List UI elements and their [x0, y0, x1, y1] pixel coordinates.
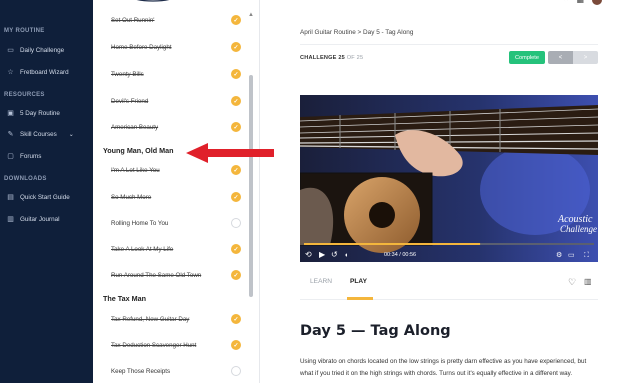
lesson-item[interactable]: American Beauty ✓: [111, 120, 241, 134]
lesson-item[interactable]: Twenty Bills ✓: [111, 67, 241, 81]
lesson-item[interactable]: So Much More ✓: [111, 190, 241, 204]
check-icon: ✓: [231, 244, 241, 254]
avatar[interactable]: [592, 0, 602, 5]
nav-section-downloads: DOWNLOADS: [4, 176, 47, 182]
video-player[interactable]: Acoustic Challenge ⟲ ▶ ↺ ◖ 00:34 / 00:56…: [300, 95, 598, 262]
video-progress-fill: [304, 243, 481, 245]
nav-item-skill-courses[interactable]: ✎ Skill Courses ⌄: [6, 128, 74, 140]
nav-item-forums[interactable]: ▢ Forums: [6, 150, 41, 162]
logo: [111, 0, 181, 6]
tab-play[interactable]: PLAY: [350, 278, 367, 285]
challenge-counter: CHALLENGE 25 OF 25: [300, 55, 364, 61]
nav-item-5-day-routine[interactable]: ▣ 5 Day Routine: [6, 107, 60, 119]
volume-icon[interactable]: ◖: [344, 252, 348, 259]
lesson-description: Using vibrato on chords located on the l…: [300, 358, 587, 377]
empty-circle-icon: [231, 366, 241, 376]
play-icon[interactable]: ▶: [319, 250, 326, 259]
main-content: ◔ ▦ April Guitar Routine > Day 5 - Tag A…: [260, 0, 640, 383]
topbar-icons: ◔ ▦: [564, 0, 602, 5]
page-title: Day 5 — Tag Along: [300, 323, 451, 339]
check-icon: ✓: [231, 69, 241, 79]
check-icon: ✓: [231, 122, 241, 132]
rewind-icon[interactable]: ↺: [331, 250, 338, 259]
check-icon: ✓: [231, 340, 241, 350]
lesson-item[interactable]: Keep Those Receipts: [111, 364, 241, 378]
check-icon: ✓: [231, 42, 241, 52]
lesson-item[interactable]: Set Out Runnin' ✓: [111, 13, 241, 27]
complete-button[interactable]: Complete: [509, 51, 545, 64]
nav-section-my-routine: MY ROUTINE: [4, 28, 45, 34]
book-icon: ▤: [7, 194, 14, 201]
nav-item-daily-challenge[interactable]: ▭ Daily Challenge: [6, 44, 64, 56]
lesson-group-title: Young Man, Old Man: [103, 146, 174, 155]
pip-icon[interactable]: ▭: [568, 252, 575, 259]
clock-icon[interactable]: ◔: [564, 0, 569, 5]
lesson-group-title: The Tax Man: [103, 294, 146, 303]
check-icon: ✓: [231, 192, 241, 202]
forum-icon: ▢: [7, 153, 14, 160]
nav-item-fretboard-wizard[interactable]: ☆ Fretboard Wizard: [6, 66, 68, 78]
lesson-item[interactable]: Run Around The Same Old Town ✓: [111, 268, 241, 282]
check-icon: ✓: [231, 15, 241, 25]
video-watermark: Challenge: [560, 224, 597, 234]
next-button[interactable]: >: [573, 51, 598, 64]
star-icon: ☆: [7, 69, 14, 76]
lesson-tabs: LEARN PLAY ♡ ▥: [300, 272, 598, 300]
scrollbar-thumb[interactable]: [249, 75, 253, 297]
video-frame: Acoustic Challenge ⟲ ▶ ↺ ◖ 00:34 / 00:56…: [300, 95, 598, 262]
skip-back-icon[interactable]: ⟲: [305, 250, 312, 259]
nav-item-quick-start-guide[interactable]: ▤ Quick Start Guide: [6, 191, 70, 203]
lesson-item[interactable]: Tax Refund, New Guitar Day ✓: [111, 312, 241, 326]
courses-icon: ✎: [7, 131, 14, 138]
check-icon: ✓: [231, 314, 241, 324]
fullscreen-icon[interactable]: ⛶: [584, 251, 589, 259]
challenge-icon: ▭: [7, 47, 14, 54]
lesson-item[interactable]: Home Before Daylight ✓: [111, 40, 241, 54]
heart-icon[interactable]: ♡: [568, 277, 576, 288]
divider: [300, 44, 598, 45]
settings-icon[interactable]: ⚙: [556, 251, 562, 259]
left-nav: MY ROUTINE ▭ Daily Challenge ☆ Fretboard…: [0, 0, 93, 383]
journal-icon: ▥: [7, 216, 14, 223]
video-time: 00:34 / 00:56: [384, 252, 416, 258]
lesson-item[interactable]: Rolling Home To You: [111, 216, 241, 230]
calendar-icon: ▣: [7, 110, 14, 117]
chevron-down-icon: ⌄: [68, 131, 74, 138]
active-tab-indicator: [347, 297, 373, 300]
previous-button[interactable]: <: [548, 51, 573, 64]
lesson-item[interactable]: Take A Look At My Life ✓: [111, 242, 241, 256]
grid-icon[interactable]: ▦: [576, 0, 584, 5]
check-icon: ✓: [231, 96, 241, 106]
lesson-list: Set Out Runnin' ✓ Home Before Daylight ✓ T…: [93, 0, 260, 383]
lesson-item[interactable]: Tax Deduction Scavenger Hunt ✓: [111, 338, 241, 352]
lesson-item[interactable]: Devil's Friend ✓: [111, 94, 241, 108]
tab-learn[interactable]: LEARN: [310, 278, 332, 285]
empty-circle-icon: [231, 218, 241, 228]
breadcrumb[interactable]: April Guitar Routine > Day 5 - Tag Along: [300, 29, 413, 36]
notebook-icon[interactable]: ▥: [584, 277, 592, 286]
nav-item-guitar-journal[interactable]: ▥ Guitar Journal: [6, 213, 59, 225]
nav-section-resources: RESOURCES: [4, 92, 45, 98]
check-icon: ✓: [231, 270, 241, 280]
